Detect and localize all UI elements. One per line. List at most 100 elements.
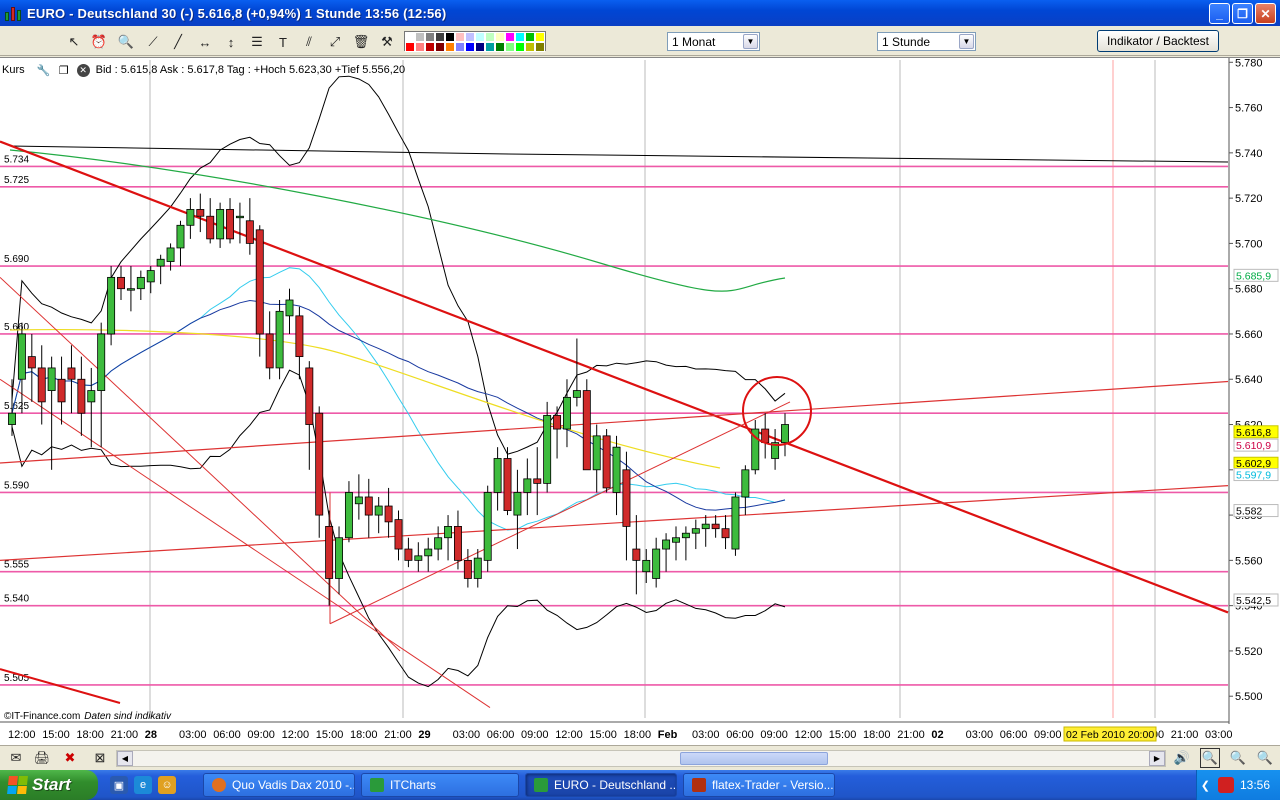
palette-swatch[interactable] — [535, 32, 545, 42]
close-button[interactable]: ✕ — [1255, 3, 1276, 24]
delete-icon[interactable]: 🗑 — [351, 32, 371, 52]
scroll-thumb[interactable] — [680, 752, 828, 765]
candle-body — [77, 378, 86, 414]
interval-select[interactable]: 1 Stunde ▼ — [877, 32, 976, 51]
alarm-icon[interactable]: ⏰ — [89, 32, 109, 52]
text-tool-icon[interactable]: T — [273, 32, 293, 52]
chart-area[interactable]: 5.734 5.725 5.690 5.660 5.625 5.590 5.555 5.540… — [0, 57, 1280, 745]
ray-tool-icon[interactable]: ⤢ — [325, 32, 345, 52]
palette-swatch[interactable] — [415, 32, 425, 42]
scroll-left-icon[interactable]: ◀ — [117, 751, 133, 766]
palette-swatch[interactable] — [515, 32, 525, 42]
chart-header: Kurs 🔧 ❐ ✕ Bid : 5.615,8 Ask : 5.617,8 T… — [2, 62, 405, 78]
wrench-icon[interactable]: 🔧 — [37, 63, 51, 77]
range-select[interactable]: 1 Monat ▼ — [667, 32, 760, 51]
zoom-out-icon[interactable]: 🔍 — [1228, 748, 1248, 768]
desktop-icon[interactable]: ▣ — [110, 776, 128, 794]
start-button[interactable]: Start — [0, 770, 98, 800]
palette-swatch[interactable] — [505, 32, 515, 42]
browser-icon[interactable]: e — [134, 776, 152, 794]
vertical-line-icon[interactable]: ↕ — [221, 32, 241, 52]
candle-body — [275, 310, 284, 369]
windows-logo-icon — [7, 776, 28, 794]
palette-swatch[interactable] — [495, 32, 505, 42]
palette-swatch[interactable] — [465, 32, 475, 42]
fibonacci-icon[interactable]: ☰ — [247, 32, 267, 52]
palette-swatch[interactable] — [405, 42, 415, 52]
palette-swatch[interactable] — [495, 42, 505, 52]
chevron-down-icon[interactable]: ▼ — [959, 34, 974, 49]
palette-swatch[interactable] — [455, 32, 465, 42]
palette-swatch[interactable] — [525, 32, 535, 42]
parallel-lines-icon[interactable]: ⫽ — [299, 32, 319, 52]
x-tick-label: 03:00 — [1205, 729, 1233, 741]
x-tick-label: 15:00 — [589, 729, 617, 741]
time-scrollbar[interactable]: ◀ ▶ — [116, 750, 1166, 767]
y-tick-label: 5.760 — [1235, 103, 1263, 115]
zoom-area-icon[interactable]: 🔍 — [1200, 748, 1220, 768]
y-tick-label: 5.660 — [1235, 329, 1263, 341]
horizontal-line-icon[interactable]: ↔ — [195, 32, 215, 52]
print-icon[interactable]: 🖨 — [32, 748, 52, 768]
windows-taskbar: Start ▣ e ☺ Quo Vadis Dax 2010 -... ITCh… — [0, 770, 1280, 800]
cursor-date-label: 02 Feb 2010 20:00 — [1066, 729, 1154, 741]
window-title-bar[interactable]: EURO - Deutschland 30 (-) 5.616,8 (+0,94… — [0, 0, 1280, 26]
pointer-icon[interactable]: ↖ — [64, 32, 84, 52]
task-quo-vadis[interactable]: Quo Vadis Dax 2010 -... — [203, 773, 355, 797]
palette-swatch[interactable] — [485, 32, 495, 42]
palette-swatch[interactable] — [415, 42, 425, 52]
palette-swatch[interactable] — [465, 42, 475, 52]
candle-body — [563, 396, 571, 430]
candle-body — [245, 220, 254, 244]
mail-icon[interactable]: ✉ — [6, 748, 26, 768]
palette-swatch[interactable] — [425, 42, 435, 52]
minimize-button[interactable]: _ — [1209, 3, 1230, 24]
candle-body — [622, 469, 631, 527]
line-tool-icon[interactable]: ⟋ — [143, 32, 163, 52]
palette-swatch[interactable] — [405, 32, 415, 42]
task-itcharts[interactable]: ITCharts — [361, 773, 519, 797]
maximize-button[interactable]: ❐ — [1232, 3, 1253, 24]
tray-app-icon[interactable] — [1217, 777, 1234, 793]
tools-icon[interactable]: ⚒ — [377, 32, 397, 52]
palette-swatch[interactable] — [535, 42, 545, 52]
delete-chart-icon[interactable]: ✖ — [60, 748, 80, 768]
x-tick-label: 28 — [145, 729, 157, 741]
trend-line-icon[interactable]: ╱ — [168, 32, 188, 52]
palette-swatch[interactable] — [445, 32, 455, 42]
zoom-in-icon[interactable]: 🔍 — [1255, 748, 1275, 768]
indicator-backtest-button[interactable]: Indikator / Backtest — [1097, 30, 1219, 52]
window-icon[interactable]: ❐ — [57, 63, 71, 77]
palette-swatch[interactable] — [455, 42, 465, 52]
palette-swatch[interactable] — [525, 42, 535, 52]
palette-swatch[interactable] — [435, 32, 445, 42]
palette-swatch[interactable] — [485, 42, 495, 52]
candle-body — [285, 299, 294, 317]
candle-body — [691, 528, 700, 534]
y-tick-label: 5.700 — [1235, 238, 1263, 250]
x-tick-label: 18:00 — [863, 729, 891, 741]
task-flatex-trader[interactable]: flatex-Trader - Versio... — [683, 773, 835, 797]
close-icon[interactable]: ✕ — [76, 63, 90, 77]
zoom-icon[interactable]: 🔍 — [116, 32, 136, 52]
messenger-icon[interactable]: ☺ — [158, 776, 176, 794]
color-palette[interactable] — [404, 31, 546, 52]
palette-swatch[interactable] — [445, 42, 455, 52]
palette-swatch[interactable] — [425, 32, 435, 42]
close-chart-icon[interactable]: ⊠ — [90, 748, 110, 768]
candle-body — [701, 523, 710, 530]
tray-expand-icon[interactable]: ❮ — [1201, 779, 1210, 792]
palette-swatch[interactable] — [475, 42, 485, 52]
scroll-right-icon[interactable]: ▶ — [1149, 751, 1165, 766]
task-euro-deutschland[interactable]: EURO - Deutschland ... — [525, 773, 677, 797]
palette-swatch[interactable] — [515, 42, 525, 52]
window-title: EURO - Deutschland 30 (-) 5.616,8 (+0,94… — [27, 5, 447, 21]
chevron-down-icon[interactable]: ▼ — [743, 34, 758, 49]
x-tick-label: 21:00 — [111, 729, 139, 741]
sound-icon[interactable]: 🔊 — [1172, 748, 1192, 768]
palette-swatch[interactable] — [435, 42, 445, 52]
palette-swatch[interactable] — [475, 32, 485, 42]
palette-swatch[interactable] — [505, 42, 515, 52]
candle-body — [226, 209, 234, 240]
price-chart[interactable]: 5.734 5.725 5.690 5.660 5.625 5.590 5.555 5.540… — [0, 58, 1280, 746]
